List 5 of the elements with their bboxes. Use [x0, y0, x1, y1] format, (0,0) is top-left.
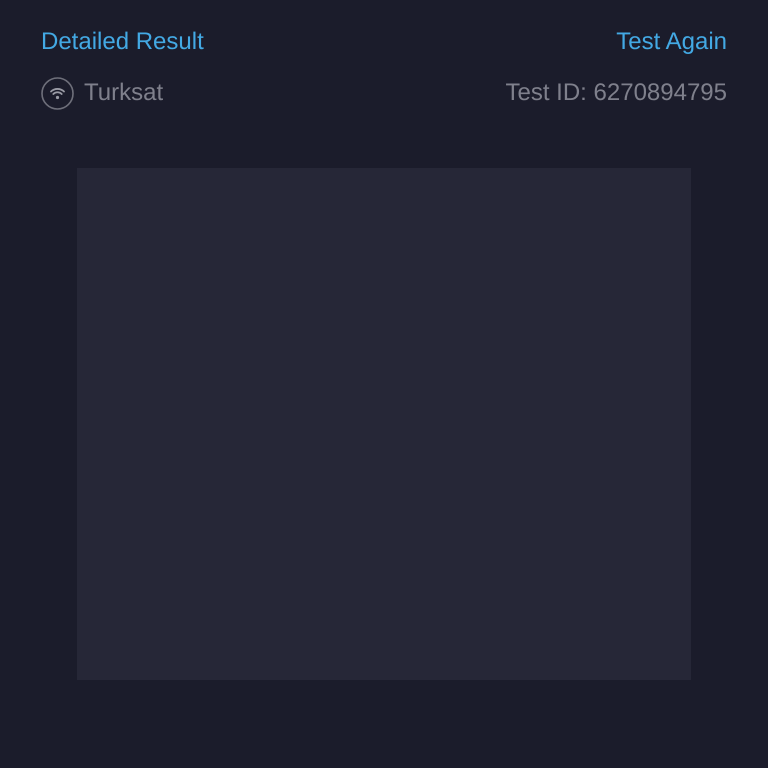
wifi-icon	[41, 76, 74, 110]
provider-name: Turksat	[84, 79, 164, 107]
page-title: Detailed Result	[41, 28, 204, 56]
test-id: Test ID: 6270894795	[506, 79, 727, 107]
test-again-link[interactable]: Test Again	[616, 28, 727, 56]
